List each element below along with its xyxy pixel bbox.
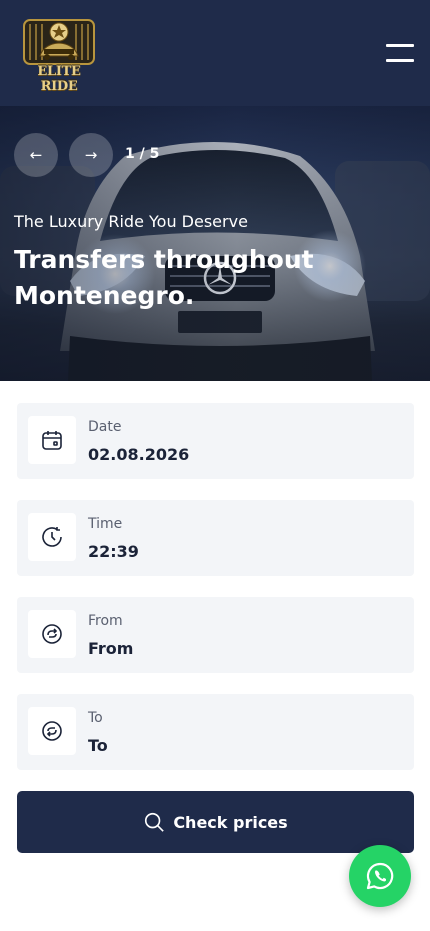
hero-carousel: ← → 1 / 5 The Luxury Ride You Deserve Tr… [0,106,430,381]
calendar-icon [28,416,76,464]
carousel-counter: 1 / 5 [125,146,160,162]
carousel-prev-button[interactable]: ← [14,133,58,177]
from-label: From [88,613,123,629]
check-prices-label: Check prices [173,812,288,832]
to-value: To [88,736,108,755]
elite-ride-logo[interactable]: ELITE RIDE [18,12,100,94]
logo-text: ELITE RIDE [37,64,81,94]
from-field[interactable]: From From [17,597,414,673]
clock-icon [28,513,76,561]
carousel-next-button[interactable]: → [69,133,113,177]
date-label: Date [88,419,122,435]
to-label: To [88,710,103,726]
site-header: ELITE RIDE [0,0,430,106]
date-field[interactable]: Date 02.08.2026 [17,403,414,479]
whatsapp-button[interactable] [349,845,411,907]
time-value: 22:39 [88,542,139,561]
pickup-location-icon [28,610,76,658]
check-prices-button[interactable]: Check prices [17,791,414,853]
hamburger-menu-icon[interactable] [386,42,416,64]
arrow-right-icon: → [84,146,98,164]
hero-title: Transfers throughout Montenegro. [14,245,314,310]
time-field[interactable]: Time 22:39 [17,500,414,576]
to-field[interactable]: To To [17,694,414,770]
from-value: From [88,639,134,658]
dropoff-location-icon [28,707,76,755]
hero-eyebrow: The Luxury Ride You Deserve [14,212,248,231]
time-label: Time [88,516,123,532]
search-icon [145,812,165,832]
whatsapp-icon [366,862,394,890]
arrow-left-icon: ← [29,146,43,164]
date-value: 02.08.2026 [88,445,190,464]
